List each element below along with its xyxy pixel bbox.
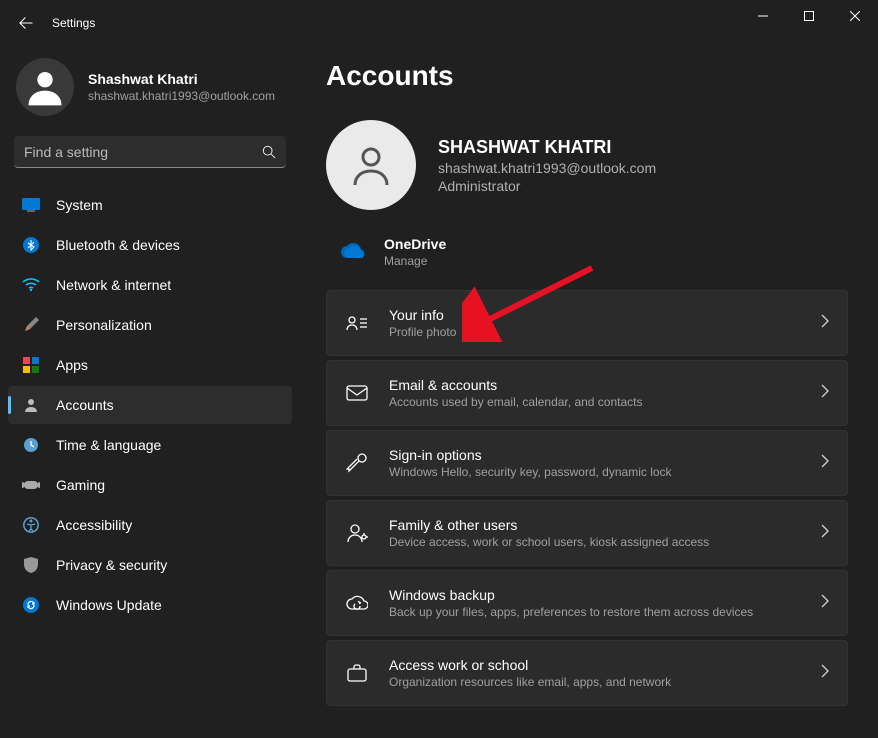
person-icon — [22, 396, 40, 414]
sidebar-item-label: Time & language — [56, 437, 161, 453]
update-icon — [22, 596, 40, 614]
chevron-right-icon — [821, 384, 829, 403]
card-sub: Back up your files, apps, preferences to… — [389, 605, 801, 619]
sidebar: Shashwat Khatri shashwat.khatri1993@outl… — [0, 46, 300, 738]
sidebar-item-time[interactable]: Time & language — [8, 426, 292, 464]
chevron-right-icon — [821, 454, 829, 473]
sidebar-item-label: Windows Update — [56, 597, 162, 613]
card-sub: Organization resources like email, apps,… — [389, 675, 801, 689]
account-hero: SHASHWAT KHATRI shashwat.khatri1993@outl… — [326, 120, 848, 210]
bluetooth-icon — [22, 236, 40, 254]
card-windows-backup[interactable]: Windows backup Back up your files, apps,… — [326, 570, 848, 636]
card-title: Family & other users — [389, 517, 801, 533]
page-title: Accounts — [326, 60, 848, 92]
sidebar-item-network[interactable]: Network & internet — [8, 266, 292, 304]
card-title: Access work or school — [389, 657, 801, 673]
shield-icon — [22, 556, 40, 574]
titlebar: Settings — [0, 0, 878, 46]
card-signin-options[interactable]: Sign-in options Windows Hello, security … — [326, 430, 848, 496]
brush-icon — [22, 316, 40, 334]
sidebar-item-label: Accessibility — [56, 517, 132, 533]
card-email-accounts[interactable]: Email & accounts Accounts used by email,… — [326, 360, 848, 426]
profile-email: shashwat.khatri1993@outlook.com — [88, 89, 275, 103]
sidebar-item-apps[interactable]: Apps — [8, 346, 292, 384]
search-icon — [262, 145, 276, 159]
accessibility-icon — [22, 516, 40, 534]
chevron-right-icon — [821, 524, 829, 543]
card-sub: Device access, work or school users, kio… — [389, 535, 801, 549]
sidebar-item-accessibility[interactable]: Accessibility — [8, 506, 292, 544]
sidebar-profile[interactable]: Shashwat Khatri shashwat.khatri1993@outl… — [8, 46, 292, 136]
key-icon — [345, 452, 369, 474]
sidebar-item-label: Network & internet — [56, 277, 171, 293]
minimize-icon — [758, 11, 768, 21]
onedrive-icon — [340, 241, 366, 264]
close-icon — [850, 11, 860, 21]
main-content: Accounts SHASHWAT KHATRI shashwat.khatri… — [300, 46, 878, 738]
profile-name: Shashwat Khatri — [88, 71, 275, 87]
card-title: Email & accounts — [389, 377, 801, 393]
sidebar-item-label: Apps — [56, 357, 88, 373]
sidebar-item-personalization[interactable]: Personalization — [8, 306, 292, 344]
clock-icon — [22, 436, 40, 454]
chevron-right-icon — [821, 664, 829, 683]
hero-name: SHASHWAT KHATRI — [438, 137, 656, 158]
sidebar-item-label: Personalization — [56, 317, 152, 333]
back-button[interactable] — [8, 5, 44, 41]
system-icon — [22, 196, 40, 214]
sidebar-item-system[interactable]: System — [8, 186, 292, 224]
profile-avatar — [16, 58, 74, 116]
card-title: Sign-in options — [389, 447, 801, 463]
window-title: Settings — [52, 16, 95, 30]
card-title: Windows backup — [389, 587, 801, 603]
backup-icon — [345, 594, 369, 612]
wifi-icon — [22, 276, 40, 294]
your-info-icon — [345, 314, 369, 332]
family-icon — [345, 523, 369, 543]
sidebar-item-accounts[interactable]: Accounts — [8, 386, 292, 424]
sidebar-item-label: Privacy & security — [56, 557, 167, 573]
onedrive-sub: Manage — [384, 254, 446, 268]
email-icon — [345, 385, 369, 401]
person-outline-icon — [347, 141, 395, 189]
hero-role: Administrator — [438, 178, 656, 194]
hero-avatar — [326, 120, 416, 210]
card-your-info[interactable]: Your info Profile photo — [326, 290, 848, 356]
card-family-users[interactable]: Family & other users Device access, work… — [326, 500, 848, 566]
card-sub: Accounts used by email, calendar, and co… — [389, 395, 801, 409]
sidebar-item-label: Gaming — [56, 477, 105, 493]
minimize-button[interactable] — [740, 0, 786, 32]
sidebar-item-gaming[interactable]: Gaming — [8, 466, 292, 504]
search-box[interactable] — [14, 136, 286, 168]
sidebar-item-label: System — [56, 197, 103, 213]
close-button[interactable] — [832, 0, 878, 32]
hero-email: shashwat.khatri1993@outlook.com — [438, 160, 656, 176]
sidebar-item-bluetooth[interactable]: Bluetooth & devices — [8, 226, 292, 264]
apps-icon — [22, 356, 40, 374]
maximize-button[interactable] — [786, 0, 832, 32]
chevron-right-icon — [821, 314, 829, 333]
chevron-right-icon — [821, 594, 829, 613]
onedrive-row[interactable]: OneDrive Manage — [326, 232, 848, 290]
search-input[interactable] — [24, 144, 262, 160]
card-sub: Windows Hello, security key, password, d… — [389, 465, 801, 479]
back-arrow-icon — [19, 16, 33, 30]
maximize-icon — [804, 11, 814, 21]
card-title: Your info — [389, 307, 801, 323]
sidebar-item-label: Accounts — [56, 397, 114, 413]
gamepad-icon — [22, 476, 40, 494]
briefcase-icon — [345, 664, 369, 682]
person-icon — [23, 65, 67, 109]
onedrive-title: OneDrive — [384, 236, 446, 252]
sidebar-item-privacy[interactable]: Privacy & security — [8, 546, 292, 584]
sidebar-item-update[interactable]: Windows Update — [8, 586, 292, 624]
card-work-school[interactable]: Access work or school Organization resou… — [326, 640, 848, 706]
card-sub: Profile photo — [389, 325, 801, 339]
sidebar-item-label: Bluetooth & devices — [56, 237, 180, 253]
